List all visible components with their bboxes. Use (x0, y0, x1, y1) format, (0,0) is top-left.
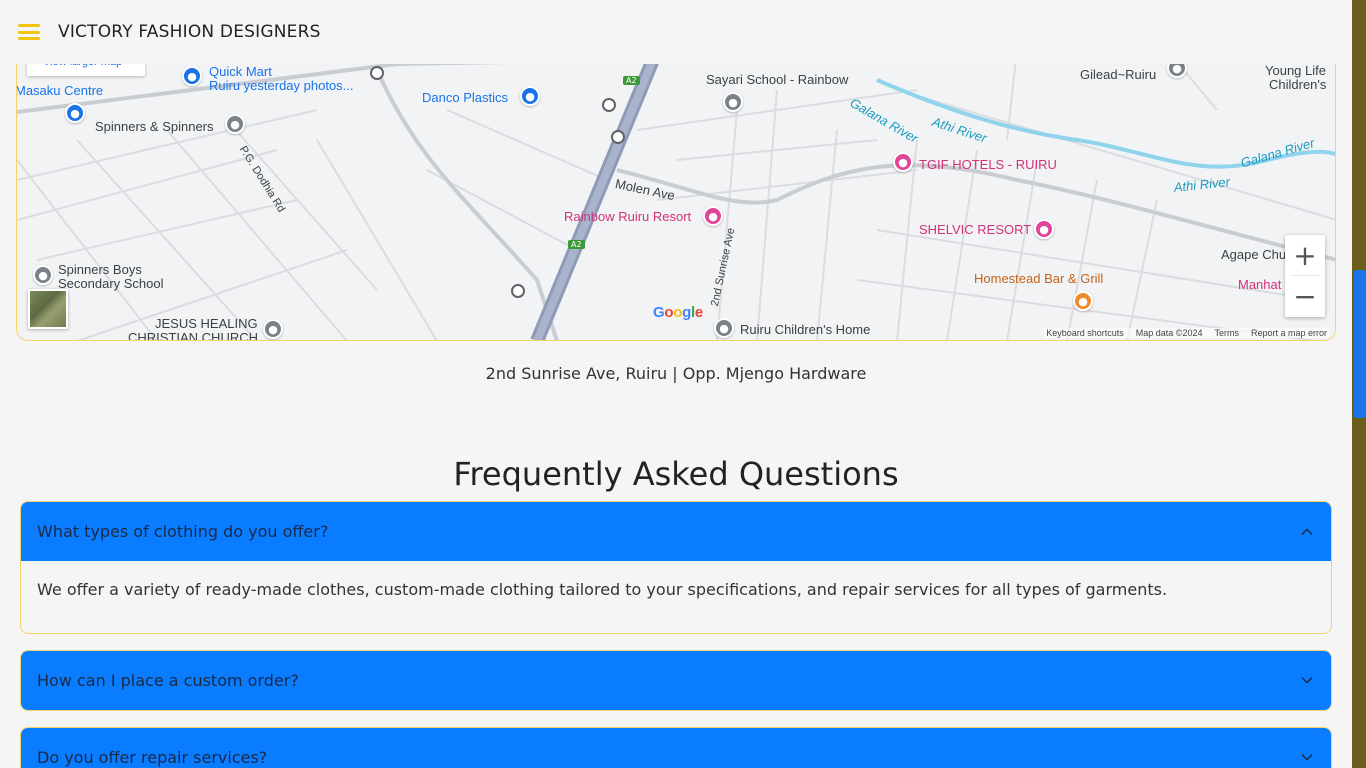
hotel-pin-icon[interactable]: ● (893, 152, 913, 172)
report-map-error-link[interactable]: Report a map error (1251, 328, 1327, 338)
bus-stop-icon[interactable] (611, 130, 625, 144)
brand-title[interactable]: VICTORY FASHION DESIGNERS (58, 22, 321, 42)
school-pin-icon[interactable]: ● (33, 265, 53, 285)
map-label-young-life-sub[interactable]: Children's (1269, 77, 1326, 92)
map-label-spinners-boys-sub[interactable]: Secondary School (58, 276, 164, 291)
bus-stop-icon[interactable] (370, 66, 384, 80)
church-pin-icon[interactable]: ● (263, 319, 283, 339)
map-label-sayari[interactable]: Sayari School - Rainbow (706, 72, 848, 87)
cart-pin-icon[interactable]: ● (182, 66, 202, 86)
map-label-manhat[interactable]: Manhat (1238, 277, 1281, 292)
map-label-spinners-boys[interactable]: Spinners Boys (58, 262, 142, 277)
map-attribution: Keyboard shortcuts Map data ©2024 Terms … (1044, 328, 1329, 338)
cart-pin-icon[interactable]: ● (65, 103, 85, 123)
place-pin-icon[interactable]: ● (225, 114, 245, 134)
faq-toggle-button[interactable]: Do you offer repair services? (21, 728, 1331, 768)
satellite-toggle-button[interactable] (28, 289, 68, 329)
map-streets (17, 50, 1335, 340)
chevron-down-icon (1301, 752, 1313, 764)
chevron-down-icon (1301, 675, 1313, 687)
bus-stop-icon[interactable] (602, 98, 616, 112)
map-label-homestead[interactable]: Homestead Bar & Grill (974, 271, 1103, 286)
map-label-rainbow-resort[interactable]: Rainbow Ruiru Resort (564, 209, 691, 224)
school-pin-icon[interactable]: ● (723, 92, 743, 112)
store-address: 2nd Sunrise Ave, Ruiru | Opp. Mjengo Har… (485, 364, 867, 383)
faq-question: Do you offer repair services? (37, 748, 268, 767)
faq-toggle-button[interactable]: How can I place a custom order? (21, 651, 1331, 710)
faq-question: What types of clothing do you offer? (37, 522, 329, 541)
map-label-jesus-healing[interactable]: JESUS HEALING (155, 316, 258, 331)
faq-question: How can I place a custom order? (37, 671, 299, 690)
hotel-pin-icon[interactable]: ● (1034, 219, 1054, 239)
embedded-map[interactable]: View larger map ● Quick Mart Ruiru yeste… (16, 50, 1336, 341)
map-label-spinners[interactable]: Spinners & Spinners (95, 119, 214, 134)
bus-stop-icon[interactable] (511, 284, 525, 298)
top-navbar: VICTORY FASHION DESIGNERS (0, 0, 1352, 64)
restaurant-pin-icon[interactable]: ● (1073, 291, 1093, 311)
faq-answer: We offer a variety of ready-made clothes… (37, 580, 1168, 599)
faq-heading: Frequently Asked Questions (453, 455, 899, 493)
faq-item-clothing-types: What types of clothing do you offer? We … (20, 501, 1332, 634)
a2-highway-shield: A2 (623, 76, 640, 85)
chevron-up-icon (1301, 526, 1313, 538)
faq-item-custom-order: How can I place a custom order? (20, 650, 1332, 711)
keyboard-shortcuts-link[interactable]: Keyboard shortcuts (1046, 328, 1124, 338)
map-data-text: Map data ©2024 (1135, 328, 1203, 338)
a2-highway-shield: A2 (568, 240, 585, 249)
lock-pin-icon[interactable]: ● (520, 86, 540, 106)
zoom-out-button[interactable]: − (1285, 276, 1325, 316)
hamburger-menu-icon[interactable] (18, 23, 40, 41)
google-logo: Google (653, 304, 703, 321)
place-pin-icon[interactable]: ● (714, 318, 734, 338)
zoom-in-button[interactable]: + (1285, 235, 1325, 275)
map-label-quick-mart-sub[interactable]: Ruiru yesterday photos... (209, 78, 354, 93)
map-label-young-life[interactable]: Young Life (1265, 63, 1326, 78)
map-label-tgif[interactable]: TGIF HOTELS - RUIRU (919, 157, 1057, 172)
map-label-masaku[interactable]: Masaku Centre (17, 83, 103, 98)
map-label-danco[interactable]: Danco Plastics (422, 90, 508, 105)
map-label-shelvic[interactable]: SHELVIC RESORT (919, 222, 1031, 237)
map-label-childrens-home[interactable]: Ruiru Children's Home (740, 322, 870, 337)
map-label-jesus-healing-sub[interactable]: CHRISTIAN CHURCH (128, 330, 258, 340)
terms-link[interactable]: Terms (1214, 328, 1239, 338)
scrollbar-thumb[interactable] (1354, 270, 1366, 418)
faq-item-repair-services: Do you offer repair services? (20, 727, 1332, 768)
map-label-quick-mart[interactable]: Quick Mart (209, 64, 272, 79)
map-label-gilead[interactable]: Gilead~Ruiru (1080, 67, 1156, 82)
faq-toggle-button[interactable]: What types of clothing do you offer? (21, 502, 1331, 561)
zoom-controls: + − (1285, 235, 1325, 317)
page-scrollbar[interactable] (1352, 0, 1366, 768)
hotel-pin-icon[interactable]: ● (703, 206, 723, 226)
map-label-agape[interactable]: Agape Chu (1221, 247, 1286, 262)
